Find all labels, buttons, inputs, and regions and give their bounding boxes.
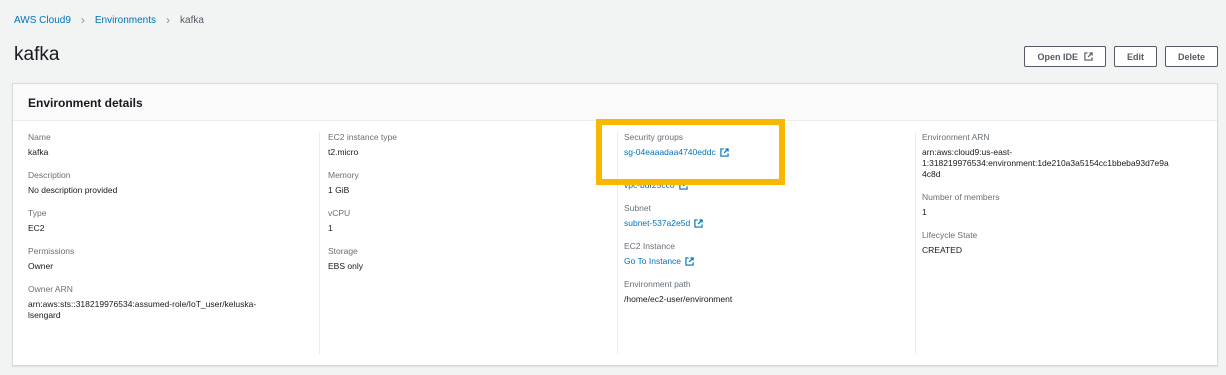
permissions-value: Owner: [28, 261, 54, 271]
field-owner-arn: Owner ARN arn:aws:sts::318219976534:assu…: [28, 284, 318, 321]
memory-label: Memory: [328, 170, 359, 180]
go-to-instance-value: Go To Instance: [624, 256, 682, 266]
highlight-box: [596, 119, 785, 185]
type-label: Type: [28, 208, 47, 218]
members-label: Number of members: [922, 192, 1000, 202]
subnet-value: subnet-537a2e5d: [624, 218, 691, 228]
field-description: Description No description provided: [28, 170, 318, 196]
subnet-label: Subnet: [624, 203, 651, 213]
delete-button[interactable]: Delete: [1164, 46, 1218, 67]
subnet-link[interactable]: subnet-537a2e5d: [624, 218, 914, 229]
environment-arn-line-3: 4c8d: [922, 169, 941, 179]
environment-arn-line-1: arn:aws:cloud9:us-east-: [922, 147, 1013, 157]
details-column-instance: EC2 instance type t2.micro Memory 1 GiB …: [319, 132, 616, 354]
page-title: kafka: [14, 44, 60, 65]
owner-arn-line-1: arn:aws:sts::318219976534:assumed-role/I…: [28, 299, 257, 309]
memory-value: 1 GiB: [328, 185, 350, 195]
permissions-label: Permissions: [28, 246, 75, 256]
instance-type-value: t2.micro: [328, 147, 359, 157]
description-label: Description: [28, 170, 71, 180]
description-value: No description provided: [28, 185, 118, 195]
external-link-icon: [694, 219, 703, 228]
breadcrumb-environments[interactable]: Environments: [95, 15, 156, 26]
vcpu-value: 1: [328, 223, 333, 233]
lifecycle-state-value: CREATED: [922, 245, 962, 255]
external-link-icon: [685, 257, 694, 266]
field-permissions: Permissions Owner: [28, 246, 318, 272]
field-subnet: Subnet subnet-537a2e5d: [624, 203, 914, 229]
owner-arn-value: arn:aws:sts::318219976534:assumed-role/I…: [28, 299, 318, 321]
environment-path-label: Environment path: [624, 279, 691, 289]
environment-arn-label: Environment ARN: [922, 132, 990, 142]
lifecycle-state-label: Lifecycle State: [922, 230, 978, 240]
field-storage: Storage EBS only: [328, 246, 616, 272]
delete-label: Delete: [1177, 51, 1205, 62]
name-value: kafka: [28, 147, 49, 157]
vcpu-label: vCPU: [328, 208, 351, 218]
details-column-environment: Environment ARN arn:aws:cloud9:us-east- …: [915, 132, 1215, 354]
details-column-general: Name kafka Description No description pr…: [28, 132, 318, 354]
breadcrumb: AWS Cloud9 › Environments › kafka: [14, 13, 204, 27]
breadcrumb-aws-cloud9[interactable]: AWS Cloud9: [14, 15, 71, 26]
go-to-instance-link[interactable]: Go To Instance: [624, 256, 914, 267]
instance-type-label: EC2 instance type: [328, 132, 397, 142]
breadcrumb-current: kafka: [180, 14, 204, 26]
ec2-instance-label: EC2 Instance: [624, 241, 676, 251]
type-value: EC2: [28, 223, 45, 233]
header-actions: Open IDE Edit Delete: [1024, 46, 1218, 67]
field-vcpu: vCPU 1: [328, 208, 616, 234]
field-instance-type: EC2 instance type t2.micro: [328, 132, 616, 158]
name-label: Name: [28, 132, 51, 142]
chevron-right-icon: ›: [80, 13, 85, 27]
storage-label: Storage: [328, 246, 358, 256]
field-members: Number of members 1: [922, 192, 1215, 218]
owner-arn-line-2: lsengard: [28, 310, 61, 320]
chevron-right-icon: ›: [166, 13, 171, 27]
open-ide-label: Open IDE: [1037, 51, 1078, 62]
field-lifecycle-state: Lifecycle State CREATED: [922, 230, 1215, 256]
members-value: 1: [922, 207, 927, 217]
edit-button[interactable]: Edit: [1113, 46, 1157, 67]
environment-path-value: /home/ec2-user/environment: [624, 294, 733, 304]
environment-arn-value: arn:aws:cloud9:us-east- 1:318219976534:e…: [922, 147, 1215, 180]
field-ec2-instance: EC2 Instance Go To Instance: [624, 241, 914, 267]
panel-title: Environment details: [13, 84, 1217, 121]
environment-arn-line-2: 1:318219976534:environment:1de210a3a5154…: [922, 158, 1169, 168]
field-memory: Memory 1 GiB: [328, 170, 616, 196]
owner-arn-label: Owner ARN: [28, 284, 73, 294]
open-ide-button[interactable]: Open IDE: [1024, 46, 1106, 67]
edit-label: Edit: [1126, 51, 1144, 62]
storage-value: EBS only: [328, 261, 363, 271]
field-name: Name kafka: [28, 132, 318, 158]
field-type: Type EC2: [28, 208, 318, 234]
field-environment-arn: Environment ARN arn:aws:cloud9:us-east- …: [922, 132, 1215, 180]
external-link-icon: [1084, 52, 1093, 61]
field-environment-path: Environment path /home/ec2-user/environm…: [624, 279, 914, 305]
